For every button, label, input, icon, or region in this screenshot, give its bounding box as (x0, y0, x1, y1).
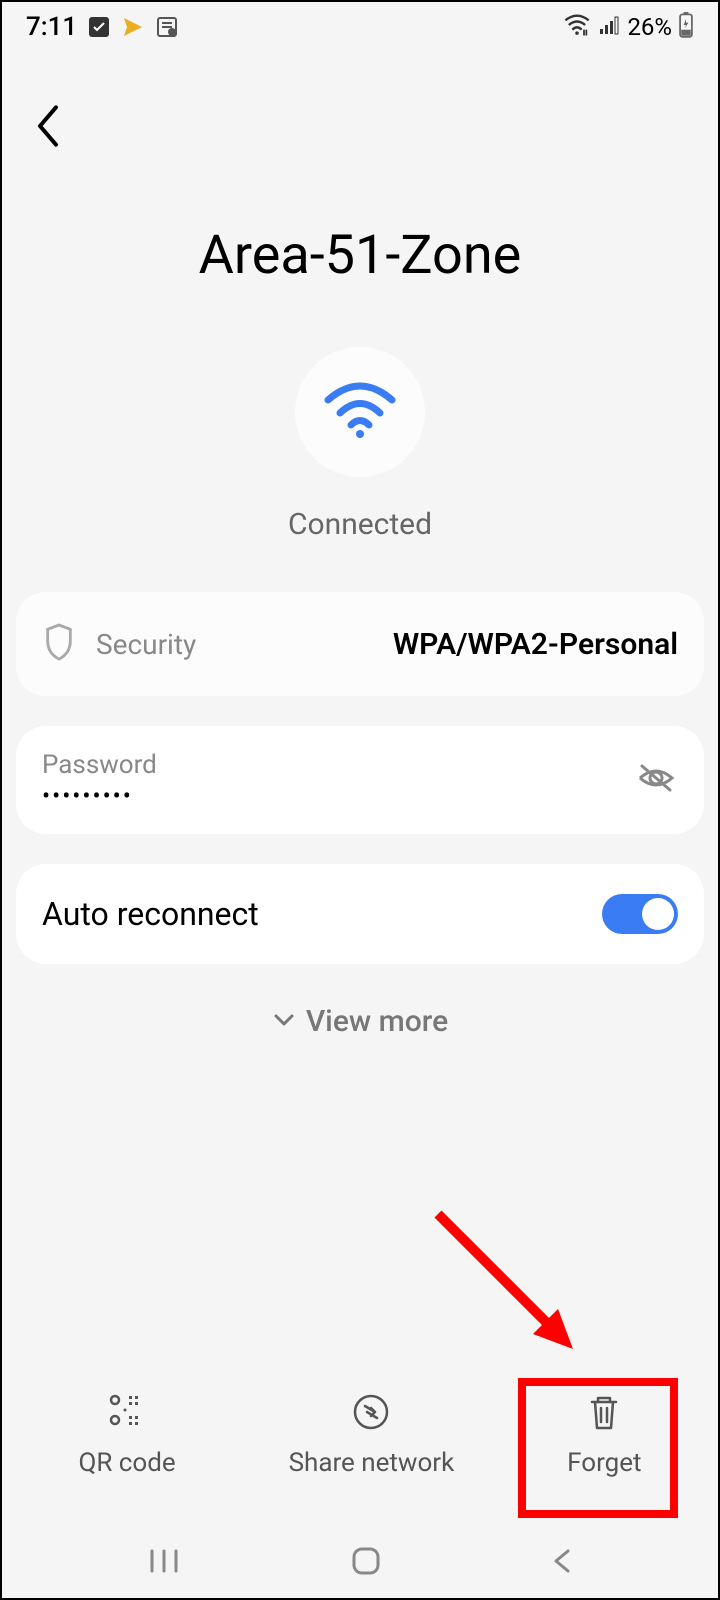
status-time: 7:11 (26, 12, 77, 42)
nav-home-button[interactable] (350, 1545, 382, 1581)
share-icon (351, 1392, 391, 1436)
auto-reconnect-toggle[interactable] (602, 894, 678, 934)
view-more-label: View more (306, 1004, 448, 1039)
wifi-icon (320, 380, 400, 444)
annotation-arrow (418, 1194, 598, 1378)
bottom-actions: QR code Share network Forget (2, 1362, 718, 1508)
trash-icon (586, 1392, 622, 1436)
security-value: WPA/WPA2-Personal (393, 627, 678, 662)
nav-recents-button[interactable] (146, 1547, 182, 1579)
connection-status: Connected (2, 507, 718, 542)
view-more-button[interactable]: View more (2, 1004, 718, 1039)
share-network-button[interactable]: Share network (269, 1382, 475, 1488)
qr-code-label: QR code (78, 1448, 175, 1478)
chevron-down-icon (272, 1012, 296, 1032)
forget-button[interactable]: Forget (547, 1382, 661, 1488)
qr-code-icon (107, 1392, 147, 1436)
battery-icon (678, 12, 694, 42)
password-card[interactable]: Password ••••••••• (16, 726, 704, 834)
wifi-status-circle (295, 347, 425, 477)
auto-reconnect-card: Auto reconnect (16, 864, 704, 964)
nav-back-button[interactable] (550, 1545, 574, 1581)
forget-label: Forget (567, 1448, 641, 1478)
security-label: Security (96, 628, 196, 661)
app-notification-icon (121, 15, 145, 39)
password-value: ••••••••• (42, 782, 157, 810)
battery-percentage: 26% (627, 13, 672, 41)
nav-bar (2, 1528, 718, 1598)
wifi-status-icon (563, 13, 591, 41)
security-card: Security WPA/WPA2-Personal (16, 592, 704, 696)
signal-status-icon (597, 13, 621, 41)
back-button[interactable] (32, 102, 64, 154)
share-network-label: Share network (289, 1448, 455, 1478)
status-bar: 7:11 26% (2, 2, 718, 52)
password-label: Password (42, 750, 157, 780)
auto-reconnect-label: Auto reconnect (42, 895, 259, 933)
news-notification-icon (155, 15, 179, 39)
qr-code-button[interactable]: QR code (58, 1382, 195, 1488)
checkmark-notification-icon (87, 15, 111, 39)
shield-icon (42, 622, 76, 666)
network-name: Area-51-Zone (2, 224, 718, 287)
eye-off-icon[interactable] (634, 760, 678, 800)
